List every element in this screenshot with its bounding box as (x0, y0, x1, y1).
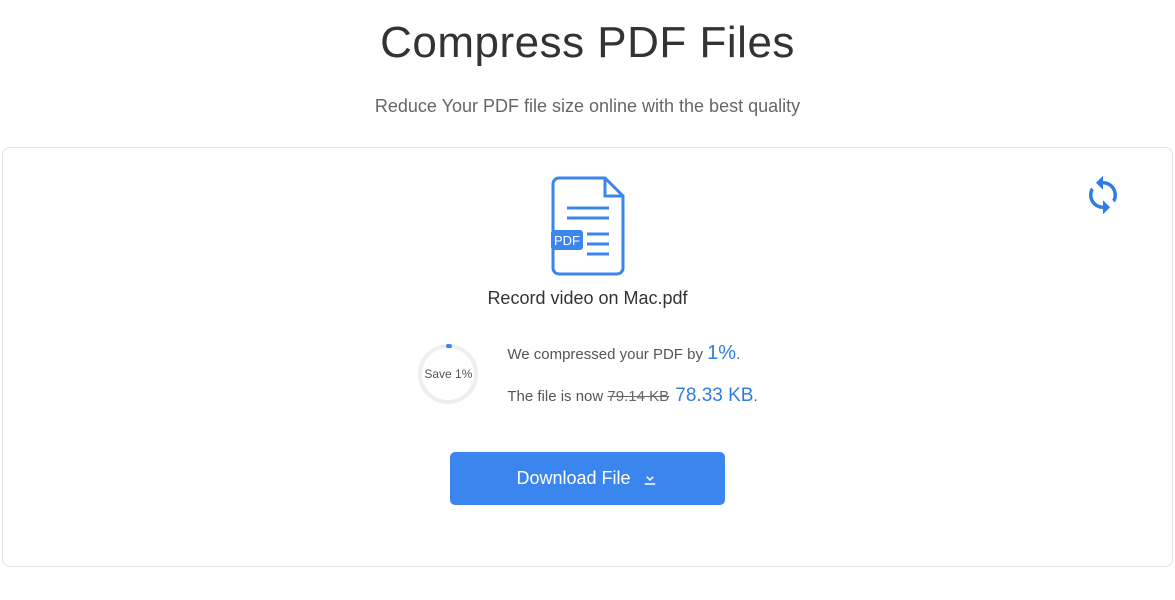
result-text: We compressed your PDF by 1%. The file i… (507, 339, 757, 410)
download-icon (641, 469, 659, 487)
compression-percent: 1% (707, 342, 736, 364)
page-subtitle: Reduce Your PDF file size online with th… (0, 96, 1175, 117)
file-name: Record video on Mac.pdf (3, 288, 1172, 309)
result-panel: PDF Record video on Mac.pdf Save 1% We c… (2, 147, 1173, 567)
result-line-compression: We compressed your PDF by 1%. (507, 339, 757, 367)
pdf-file-icon: PDF (549, 176, 627, 276)
page-title: Compress PDF Files (0, 18, 1175, 68)
header: Compress PDF Files Reduce Your PDF file … (0, 0, 1175, 147)
new-file-size: 78.33 KB (675, 385, 753, 406)
refresh-icon (1082, 174, 1124, 216)
refresh-button[interactable] (1082, 174, 1124, 216)
result-line2-suffix: . (753, 388, 757, 405)
result-line1-suffix: . (736, 346, 740, 363)
result-line-size: The file is now 79.14 KB 78.33 KB. (507, 383, 757, 410)
result-line1-prefix: We compressed your PDF by (507, 346, 707, 363)
savings-ring: Save 1% (417, 343, 479, 405)
download-button-label: Download File (516, 468, 630, 489)
savings-ring-label: Save 1% (417, 343, 479, 405)
result-row: Save 1% We compressed your PDF by 1%. Th… (3, 339, 1172, 410)
download-button[interactable]: Download File (450, 452, 724, 505)
svg-text:PDF: PDF (554, 233, 580, 248)
pdf-icon-wrap: PDF (3, 176, 1172, 276)
result-line2-prefix: The file is now (507, 388, 607, 405)
old-file-size: 79.14 KB (607, 388, 669, 405)
